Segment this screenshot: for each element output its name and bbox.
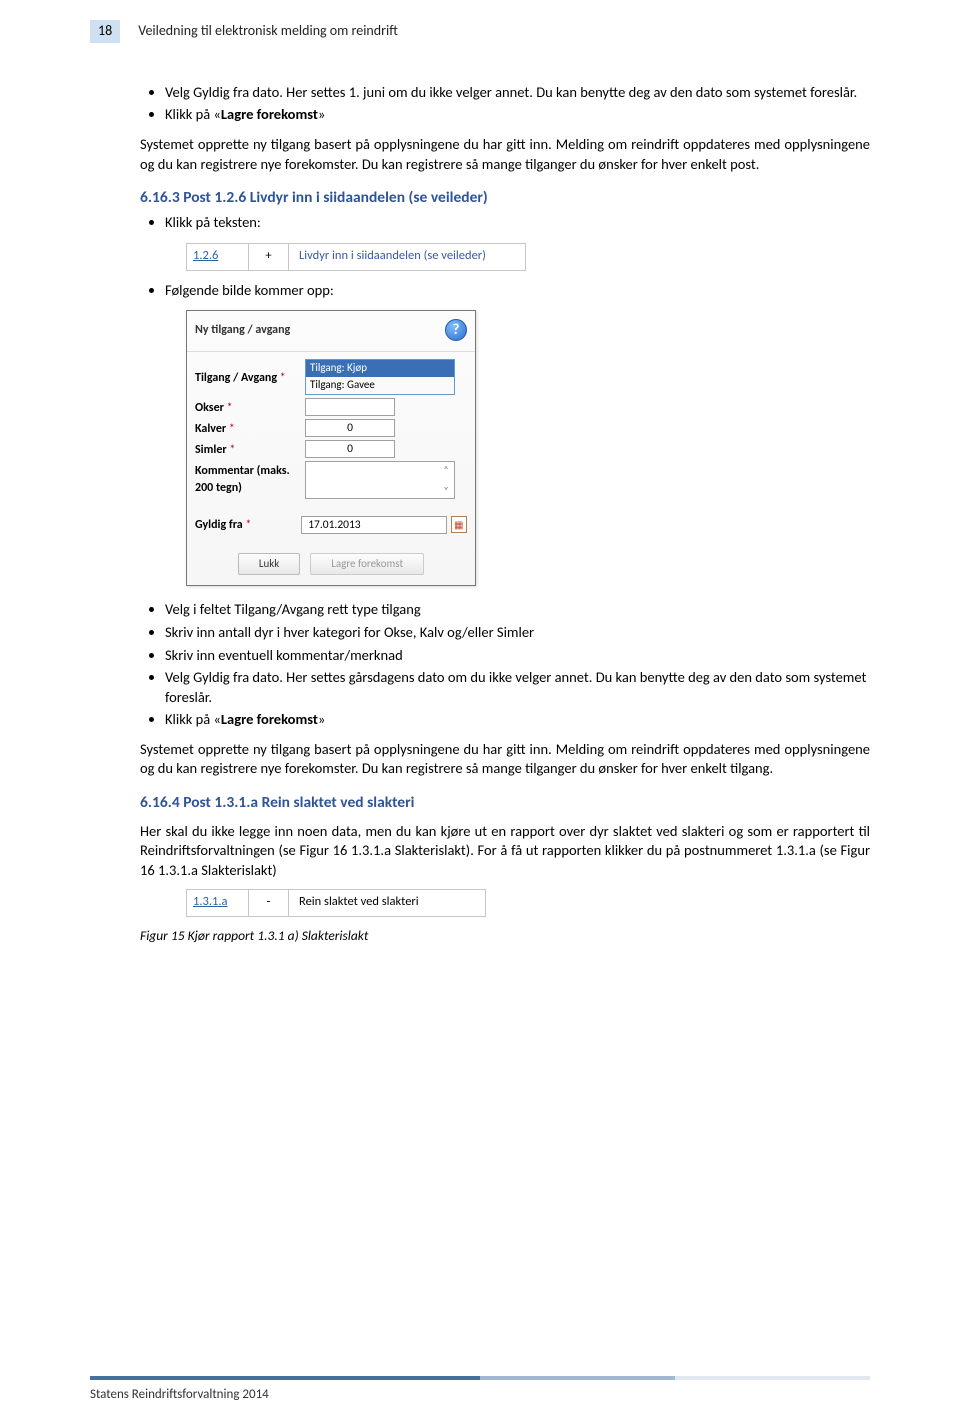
- bullets-section1-c: Velg i feltet Tilgang/Avgang rett type t…: [165, 600, 870, 729]
- field-label: Tilgang / Avgang *: [195, 368, 305, 386]
- list-item: Klikk på «Lagre forekomst»: [165, 105, 870, 125]
- calendar-icon[interactable]: ▦: [451, 516, 467, 533]
- okser-input[interactable]: [305, 398, 395, 416]
- list-item: Følgende bilde kommer opp:: [165, 281, 870, 301]
- field-label: Simler *: [195, 440, 305, 458]
- post-link[interactable]: 1.3.1.a: [187, 890, 249, 916]
- list-item: Skriv inn eventuell kommentar/merknad: [165, 646, 870, 666]
- field-label: Gyldig fra *: [195, 515, 301, 533]
- field-label: Kommentar (maks. 200 tegn): [195, 461, 305, 495]
- field-label: Okser *: [195, 398, 305, 416]
- screenshot-row-126: 1.2.6 + Livdyr inn i siidaandelen (se ve…: [186, 243, 526, 271]
- list-item: Velg Gyldig fra dato. Her settes gårsdag…: [165, 668, 870, 707]
- footer-text: Statens Reindriftsforvaltning 2014: [90, 1387, 269, 1402]
- bullets-section1-a: Klikk på teksten:: [165, 213, 870, 233]
- post-title: Rein slaktet ved slakteri: [289, 894, 485, 911]
- kommentar-input[interactable]: ˄˅: [305, 461, 455, 499]
- screenshot-row-131a: 1.3.1.a - Rein slaktet ved slakteri: [186, 889, 486, 917]
- dropdown-option[interactable]: Tilgang: Kjøp: [306, 360, 454, 377]
- page-header: 18 Veiledning til elektronisk melding om…: [90, 20, 870, 43]
- page-footer: Statens Reindriftsforvaltning 2014: [90, 1376, 870, 1404]
- lagre-forekomst-button[interactable]: Lagre forekomst: [310, 553, 424, 576]
- paragraph: Systemet opprette ny tilgang basert på o…: [140, 740, 870, 779]
- help-icon[interactable]: ?: [445, 319, 467, 341]
- bullets-section1-b: Følgende bilde kommer opp:: [165, 281, 870, 301]
- scrollbar[interactable]: ˄˅: [439, 463, 453, 497]
- lukk-button[interactable]: Lukk: [238, 553, 300, 576]
- paragraph: Her skal du ikke legge inn noen data, me…: [140, 822, 870, 881]
- figure-caption: Figur 15 Kjør rapport 1.3.1 a) Slakteris…: [140, 927, 870, 945]
- tilgang-avgang-dropdown[interactable]: Tilgang: Kjøp Tilgang: Gavee: [305, 359, 455, 395]
- list-item: Klikk på teksten:: [165, 213, 870, 233]
- simler-input[interactable]: 0: [305, 440, 395, 458]
- collapse-icon[interactable]: -: [249, 890, 289, 916]
- expand-icon[interactable]: +: [249, 244, 289, 270]
- list-item: Velg i feltet Tilgang/Avgang rett type t…: [165, 600, 870, 620]
- paragraph: Systemet opprette ny tilgang basert på o…: [140, 135, 870, 174]
- footer-divider: [90, 1376, 870, 1380]
- heading-6-16-3: 6.16.3 Post 1.2.6 Livdyr inn i siidaande…: [140, 188, 870, 209]
- field-label: Kalver *: [195, 419, 305, 437]
- header-title: Veiledning til elektronisk melding om re…: [138, 22, 398, 41]
- kalver-input[interactable]: 0: [305, 419, 395, 437]
- bullets-block-1: Velg Gyldig fra dato. Her settes 1. juni…: [165, 83, 870, 125]
- list-item: Velg Gyldig fra dato. Her settes 1. juni…: [165, 83, 870, 103]
- dropdown-option[interactable]: Tilgang: Gavee: [306, 377, 454, 394]
- heading-6-16-4: 6.16.4 Post 1.3.1.a Rein slaktet ved sla…: [140, 793, 870, 814]
- gyldig-fra-input[interactable]: 17.01.2013: [301, 516, 446, 534]
- post-title[interactable]: Livdyr inn i siidaandelen (se veileder): [289, 248, 525, 265]
- list-item: Klikk på «Lagre forekomst»: [165, 710, 870, 730]
- dialog-title: Ny tilgang / avgang: [195, 322, 290, 338]
- post-link[interactable]: 1.2.6: [187, 244, 249, 270]
- list-item: Skriv inn antall dyr i hver kategori for…: [165, 623, 870, 643]
- page-number: 18: [90, 20, 120, 43]
- dialog-ny-tilgang: Ny tilgang / avgang ? Tilgang / Avgang *…: [186, 310, 476, 586]
